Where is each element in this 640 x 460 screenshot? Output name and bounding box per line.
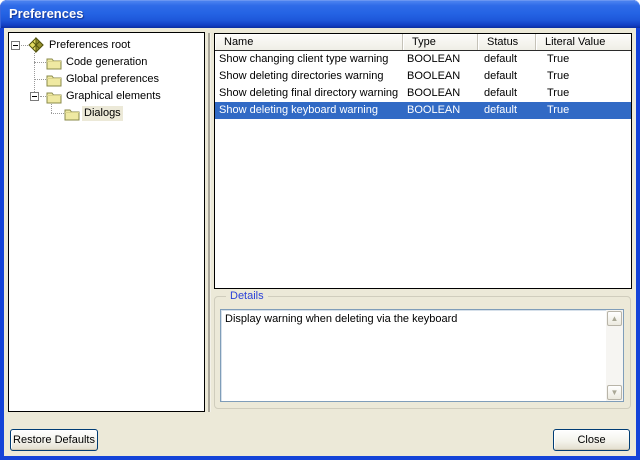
tree-item-label[interactable]: Graphical elements xyxy=(64,89,163,104)
collapse-minus-icon[interactable] xyxy=(30,92,39,101)
close-button[interactable]: Close xyxy=(553,429,630,451)
folder-icon xyxy=(46,55,62,71)
cell-type: BOOLEAN xyxy=(403,51,478,68)
details-group-label: Details xyxy=(226,289,268,304)
details-text: Display warning when deleting via the ke… xyxy=(225,312,603,326)
cell-status: default xyxy=(478,102,536,119)
tree-item-dialogs[interactable]: Dialogs xyxy=(9,105,204,122)
panel-splitter[interactable] xyxy=(208,33,210,412)
cell-status: default xyxy=(478,85,536,102)
window-title: Preferences xyxy=(9,0,83,27)
tree-item-label[interactable]: Global preferences xyxy=(64,72,161,87)
preferences-root-icon xyxy=(28,37,44,53)
cell-type: BOOLEAN xyxy=(403,102,478,119)
table-row[interactable]: Show deleting directories warning BOOLEA… xyxy=(215,68,631,85)
column-header-name[interactable]: Name xyxy=(215,34,403,50)
cell-literal-value: True xyxy=(536,102,631,119)
scroll-up-icon[interactable]: ▲ xyxy=(607,311,622,326)
folder-icon xyxy=(46,89,62,105)
dialog-body: Preferences root Code generation Global … xyxy=(4,28,636,456)
tree-item-global-preferences[interactable]: Global preferences xyxy=(9,71,204,88)
collapse-minus-icon[interactable] xyxy=(11,41,20,50)
cell-name: Show deleting keyboard warning xyxy=(215,102,403,119)
column-header-type[interactable]: Type xyxy=(403,34,478,50)
tree-item-preferences-root[interactable]: Preferences root xyxy=(9,37,204,54)
title-bar[interactable]: Preferences xyxy=(0,0,640,28)
folder-icon xyxy=(64,106,80,122)
restore-defaults-button[interactable]: Restore Defaults xyxy=(10,429,98,451)
tree-item-graphical-elements[interactable]: Graphical elements xyxy=(9,88,204,105)
preferences-window: Preferences Preferences root xyxy=(0,0,640,460)
cell-type: BOOLEAN xyxy=(403,68,478,85)
details-group: Details Display warning when deleting vi… xyxy=(214,296,631,409)
preferences-tree: Preferences root Code generation Global … xyxy=(8,32,205,412)
preferences-table: Name Type Status Literal Value Show chan… xyxy=(214,33,632,289)
cell-status: default xyxy=(478,68,536,85)
table-row[interactable]: Show deleting final directory warning BO… xyxy=(215,85,631,102)
tree-item-label[interactable]: Dialogs xyxy=(82,106,123,121)
cell-literal-value: True xyxy=(536,68,631,85)
cell-name: Show deleting directories warning xyxy=(215,68,403,85)
tree-item-label[interactable]: Code generation xyxy=(64,55,149,70)
cell-status: default xyxy=(478,51,536,68)
tree-item-code-generation[interactable]: Code generation xyxy=(9,54,204,71)
folder-icon xyxy=(46,72,62,88)
details-scrollbar[interactable]: ▲ ▼ xyxy=(606,310,623,401)
scroll-down-icon[interactable]: ▼ xyxy=(607,385,622,400)
details-textarea[interactable]: Display warning when deleting via the ke… xyxy=(220,309,624,402)
tree-item-label[interactable]: Preferences root xyxy=(47,38,132,53)
cell-literal-value: True xyxy=(536,85,631,102)
cell-type: BOOLEAN xyxy=(403,85,478,102)
cell-literal-value: True xyxy=(536,51,631,68)
column-header-status[interactable]: Status xyxy=(478,34,536,50)
column-header-literal-value[interactable]: Literal Value xyxy=(536,34,631,50)
table-header-row: Name Type Status Literal Value xyxy=(215,34,631,51)
cell-name: Show deleting final directory warning xyxy=(215,85,403,102)
table-row[interactable]: Show changing client type warning BOOLEA… xyxy=(215,51,631,68)
cell-name: Show changing client type warning xyxy=(215,51,403,68)
table-row-selected[interactable]: Show deleting keyboard warning BOOLEAN d… xyxy=(215,102,631,119)
